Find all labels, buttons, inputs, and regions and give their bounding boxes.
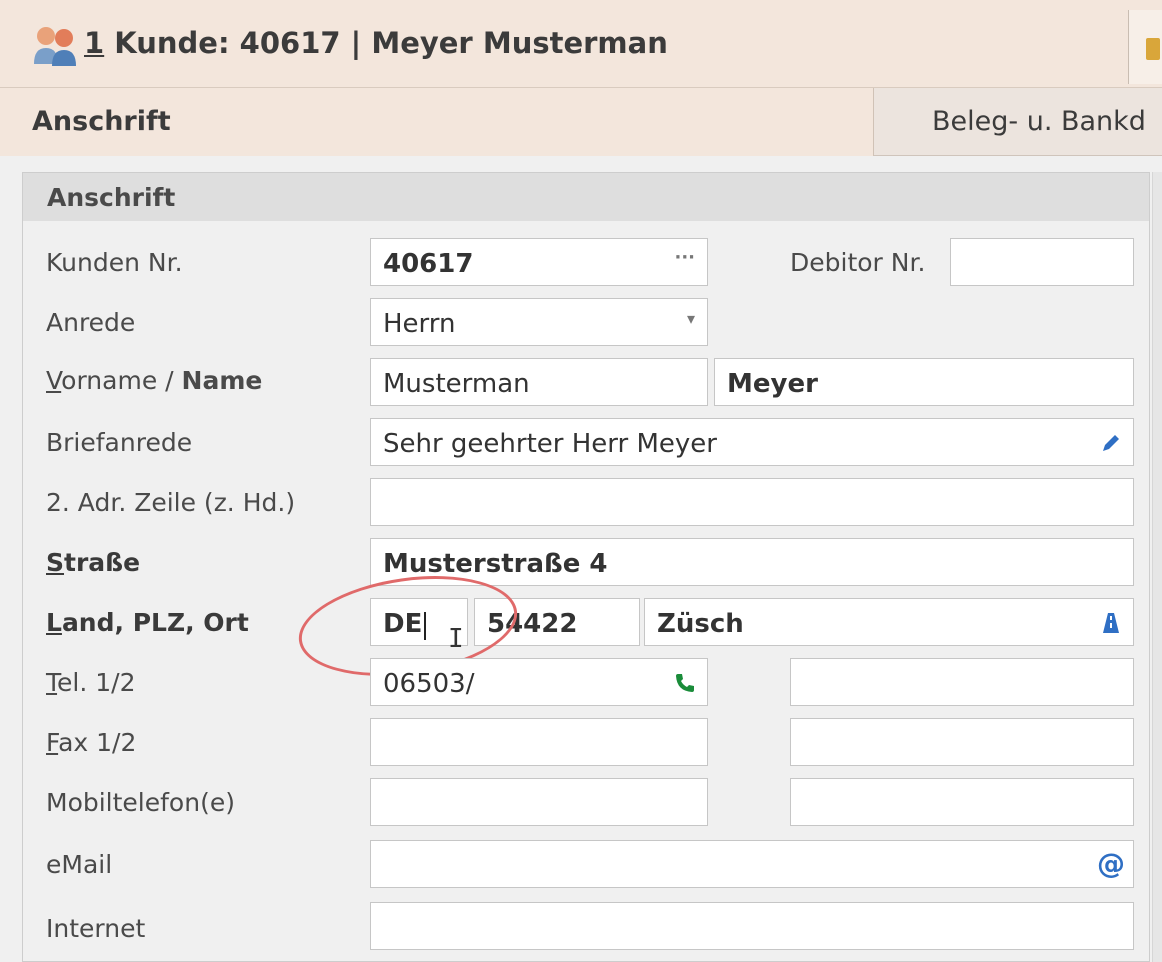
ibeam-cursor-icon: I	[448, 624, 464, 654]
name-label-text: Name	[181, 366, 263, 395]
kunden-nr-label: Kunden Nr.	[46, 248, 183, 277]
strasse-label: Straße	[46, 548, 140, 577]
adr-zeile2-field[interactable]	[370, 478, 1134, 526]
fax2-field[interactable]	[790, 718, 1134, 766]
tab-beleg-bankdaten[interactable]: Beleg- u. Bankd	[874, 88, 1162, 156]
anrede-value: Herrn	[383, 309, 456, 339]
tel2-field[interactable]	[790, 658, 1134, 706]
customers-icon	[34, 27, 76, 66]
tab-anschrift-label: Anschrift	[32, 106, 171, 137]
land-plz-ort-label-text: and, PLZ, Ort	[61, 608, 249, 637]
window-title-number: 1	[84, 26, 105, 60]
window-title-label: Kunde: 40617 | Meyer Musterman	[104, 26, 668, 60]
tel1-value: 06503/	[383, 669, 475, 699]
vorname-label-text: orname /	[61, 366, 182, 395]
window-title: 1 Kunde: 40617 | Meyer Musterman	[84, 26, 668, 60]
briefanrede-label: Briefanrede	[46, 428, 193, 457]
tab-anschrift[interactable]: Anschrift	[0, 88, 874, 156]
ort-value: Züsch	[657, 609, 744, 639]
name-value: Meyer	[727, 369, 818, 399]
anrede-select[interactable]: Herrn ▾	[370, 298, 708, 346]
land-accel: L	[46, 608, 62, 637]
internet-field[interactable]	[370, 902, 1134, 950]
fax-label: Fax 1/2	[46, 728, 136, 757]
tel1-field[interactable]: 06503/	[370, 658, 708, 706]
vorname-name-label: Vorname / Name	[46, 366, 262, 395]
tel-accel: T	[46, 668, 58, 697]
vorname-field[interactable]: Musterman	[370, 358, 708, 406]
text-caret	[424, 612, 426, 640]
vorname-accel: V	[46, 366, 62, 395]
fax-accel: F	[46, 728, 59, 757]
mobil1-field[interactable]	[370, 778, 708, 826]
lock-icon	[1146, 38, 1160, 60]
tab-beleg-label: Beleg- u. Bankd	[932, 106, 1146, 137]
adr-zeile2-label: 2. Adr. Zeile (z. Hd.)	[46, 488, 296, 517]
tel-label-text: el. 1/2	[57, 668, 136, 697]
fax-label-text: ax 1/2	[58, 728, 137, 757]
mobil2-field[interactable]	[790, 778, 1134, 826]
highway-icon[interactable]	[1099, 611, 1123, 635]
strasse-value: Musterstraße 4	[383, 549, 608, 579]
fax1-field[interactable]	[370, 718, 708, 766]
ellipsis-icon[interactable]: ···	[674, 247, 695, 268]
briefanrede-field[interactable]: Sehr geehrter Herr Meyer	[370, 418, 1134, 466]
vorname-value: Musterman	[383, 369, 530, 399]
anrede-label: Anrede	[46, 308, 136, 337]
group-title: Anschrift	[23, 173, 1149, 221]
scroll-strip[interactable]	[1152, 172, 1162, 962]
debitor-nr-field[interactable]	[950, 238, 1134, 286]
chevron-down-icon[interactable]: ▾	[687, 309, 695, 328]
internet-label: Internet	[46, 914, 146, 943]
at-sign-icon[interactable]: @	[1097, 847, 1125, 880]
strasse-field[interactable]: Musterstraße 4	[370, 538, 1134, 586]
phone-icon[interactable]	[673, 671, 697, 695]
name-field[interactable]: Meyer	[714, 358, 1134, 406]
email-field[interactable]: @	[370, 840, 1134, 888]
tel-label: Tel. 1/2	[46, 668, 136, 697]
strasse-label-text: traße	[64, 548, 141, 577]
strasse-accel: S	[46, 548, 65, 577]
mobil-label: Mobiltelefon(e)	[46, 788, 235, 817]
kunden-nr-value: 40617	[383, 249, 474, 279]
pencil-icon[interactable]	[1099, 431, 1123, 455]
debitor-nr-label: Debitor Nr.	[790, 248, 926, 277]
ort-field[interactable]: Züsch	[644, 598, 1134, 646]
email-label: eMail	[46, 850, 113, 879]
kunden-nr-field[interactable]: 40617 ···	[370, 238, 708, 286]
land-plz-ort-label: Land, PLZ, Ort	[46, 608, 249, 637]
briefanrede-value: Sehr geehrter Herr Meyer	[383, 429, 717, 459]
